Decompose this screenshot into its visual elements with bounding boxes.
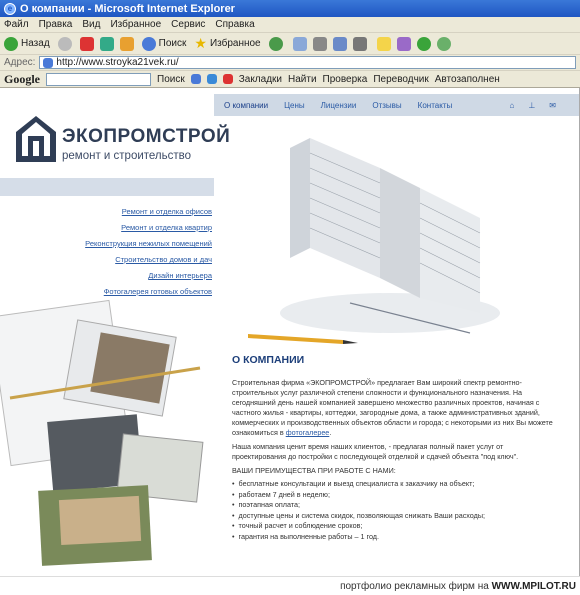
leftnav-interior-design[interactable]: Дизайн интерьера — [0, 268, 212, 284]
menu-view[interactable]: Вид — [82, 19, 100, 30]
logo-name: ЭКОПРОМСТРОЙ — [62, 126, 231, 147]
about-paragraph-1: Строительная фирма «ЭКОПРОМСТРОЙ» предла… — [232, 378, 553, 437]
house-logo-icon — [16, 116, 56, 162]
menu-file[interactable]: Файл — [4, 19, 29, 30]
left-navigation: Ремонт и отделка офисов Ремонт и отделка… — [0, 204, 212, 300]
list-item: работаем 7 дней в неделю; — [232, 490, 554, 501]
google-logo[interactable]: Google — [4, 72, 40, 87]
nav-reviews[interactable]: Отзывы — [372, 101, 401, 110]
nav-licenses[interactable]: Лицензии — [321, 101, 357, 110]
building-illustration — [280, 138, 500, 334]
back-button[interactable]: Назад — [4, 36, 50, 51]
menu-tools[interactable]: Сервис — [171, 19, 205, 30]
about-title: О КОМПАНИИ — [232, 354, 305, 366]
home-icon[interactable]: ⌂ — [509, 101, 514, 110]
address-bar: Адрес: http://www.stroyka21vek.ru/ — [0, 55, 580, 71]
forward-button[interactable] — [57, 36, 72, 51]
list-item: поэтапная оплата; — [232, 500, 554, 511]
list-item: гарантия на выполненные работы – 1 год. — [232, 532, 554, 543]
page-icon — [43, 57, 54, 68]
search-icon — [141, 36, 156, 51]
address-input[interactable]: http://www.stroyka21vek.ru/ — [39, 56, 576, 69]
mail-icon[interactable]: ✉ — [549, 101, 556, 110]
about-paragraph-2: Наша компания ценит время наших клиентов… — [232, 442, 519, 461]
footer-caption: портфолио рекламных фирм на WWW.MPILOT.R… — [0, 576, 580, 595]
chat-icon[interactable] — [206, 74, 217, 84]
home-icon[interactable] — [119, 36, 134, 51]
leftnav-house-building[interactable]: Строительство домов и дач — [0, 252, 212, 268]
address-label: Адрес: — [4, 57, 36, 68]
address-url: http://www.stroyka21vek.ru/ — [56, 57, 179, 68]
menu-help[interactable]: Справка — [215, 19, 254, 30]
page-viewport: О компании Цены Лицензии Отзывы Контакты… — [0, 88, 580, 576]
forward-arrow-icon — [57, 36, 72, 51]
plugin-icon[interactable] — [416, 36, 431, 51]
history-icon[interactable] — [268, 36, 283, 51]
top-navigation: О компании Цены Лицензии Отзывы Контакты… — [214, 94, 579, 116]
ie-icon: e — [4, 2, 16, 15]
photo-gallery-link[interactable]: фотогалерее — [286, 428, 330, 437]
leftnav-reconstruction[interactable]: Реконструкция нежилых помещений — [0, 236, 212, 252]
advantages-list: бесплатные консультации и выезд специали… — [232, 479, 554, 542]
window-title-bar: e О компании - Microsoft Internet Explor… — [0, 0, 580, 17]
messenger-icon[interactable] — [396, 36, 411, 51]
notes-icon[interactable] — [376, 36, 391, 51]
stop-icon[interactable] — [79, 36, 94, 51]
menu-favorites[interactable]: Избранное — [110, 19, 161, 30]
leftnav-office-repair[interactable]: Ремонт и отделка офисов — [0, 204, 212, 220]
pencil-icon — [248, 334, 358, 344]
discuss-icon[interactable] — [352, 36, 367, 51]
nav-about[interactable]: О компании — [224, 101, 268, 110]
window-title: О компании - Microsoft Internet Explorer — [20, 2, 235, 15]
google-search-button[interactable]: Поиск — [157, 74, 185, 85]
logo-tagline: ремонт и строительство — [62, 150, 192, 162]
search-button[interactable]: Поиск — [141, 36, 186, 51]
plus-icon[interactable] — [190, 74, 201, 84]
toolbar: Назад Поиск ★ Избранное — [0, 33, 580, 55]
menu-edit[interactable]: Правка — [39, 19, 73, 30]
sitemap-icon[interactable]: ⊥ — [528, 101, 535, 110]
nav-prices[interactable]: Цены — [284, 101, 305, 110]
about-text: Строительная фирма «ЭКОПРОМСТРОЙ» предла… — [232, 378, 554, 542]
research-icon[interactable] — [436, 36, 451, 51]
mail-icon[interactable] — [292, 36, 307, 51]
list-item: доступные цены и система скидок, позволя… — [232, 511, 554, 522]
advantages-title: ВАШИ ПРЕИМУЩЕСТВА ПРИ РАБОТЕ С НАМИ: — [232, 466, 396, 475]
google-toolbar: Google Поиск Закладки Найти Проверка Пер… — [0, 71, 580, 88]
site-logo[interactable]: ЭКОПРОМСТРОЙ ремонт и строительство — [14, 114, 230, 170]
left-band — [0, 178, 214, 196]
nav-contacts[interactable]: Контакты — [418, 101, 453, 110]
leftnav-apartment-repair[interactable]: Ремонт и отделка квартир — [0, 220, 212, 236]
translate-button[interactable]: Переводчик — [373, 74, 428, 85]
list-item: бесплатные консультации и выезд специали… — [232, 479, 554, 490]
edit-icon[interactable] — [332, 36, 347, 51]
google-search-input[interactable] — [46, 72, 151, 86]
favorites-button[interactable]: ★ Избранное — [194, 35, 260, 52]
footer-brand: WWW.MPILOT.RU — [491, 581, 576, 592]
bookmarks-button[interactable]: Закладки — [239, 74, 282, 85]
star-icon: ★ — [194, 35, 207, 51]
autofill-button[interactable]: Автозаполнен — [435, 74, 500, 85]
print-icon[interactable] — [312, 36, 327, 51]
block-icon[interactable] — [222, 74, 233, 84]
menu-bar: Файл Правка Вид Избранное Сервис Справка — [0, 17, 580, 33]
refresh-icon[interactable] — [99, 36, 114, 51]
check-button[interactable]: Проверка — [323, 74, 368, 85]
list-item: точный расчет и соблюдение сроков; — [232, 521, 554, 532]
back-arrow-icon — [4, 36, 18, 51]
find-button[interactable]: Найти — [288, 74, 317, 85]
blueprint-collage — [0, 299, 204, 566]
